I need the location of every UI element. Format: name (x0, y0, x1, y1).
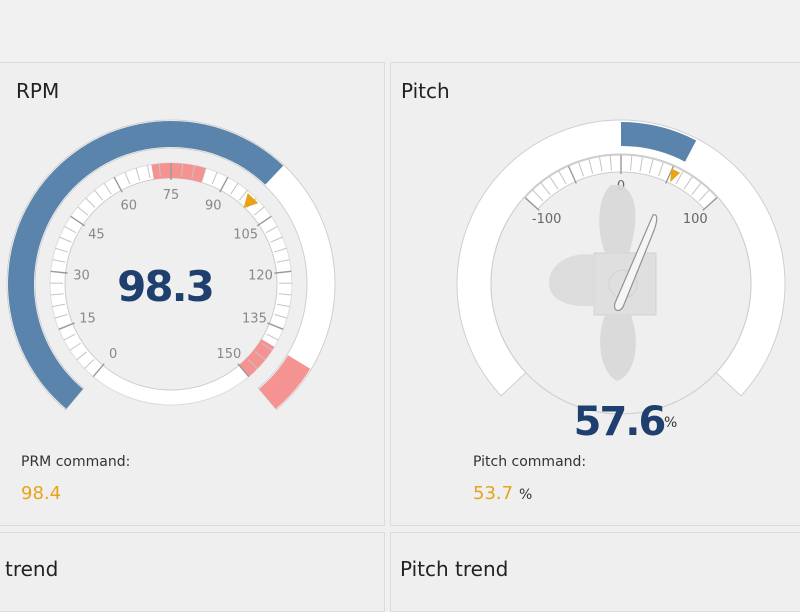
rpm-tick-label: 0 (109, 347, 117, 362)
rpm-command-value: 98.4 (21, 483, 61, 504)
rpm-value-readout: 98.3 (117, 262, 213, 311)
pitch-trend-panel: Pitch trend (390, 532, 800, 612)
rpm-tick-label: 150 (216, 347, 241, 362)
rpm-tick-label: 135 (242, 312, 267, 327)
rpm-tick-label: 60 (120, 199, 137, 214)
pitch-value-readout: 57.6 (574, 399, 665, 445)
rpm-tick-label: 75 (163, 188, 180, 203)
rpm-command-label: PRM command: (21, 454, 130, 470)
rpm-tick-label: 30 (73, 269, 90, 284)
pitch-gauge: -100010057.6% (391, 63, 800, 527)
pitch-command-label: Pitch command: (473, 454, 586, 470)
rpm-tick-label: 105 (233, 228, 258, 243)
rpm-tick-label: 15 (79, 312, 96, 327)
pitch-tick-label: -100 (532, 212, 562, 227)
rpm-trend-title: trend (5, 557, 58, 581)
rpm-tick-label: 90 (205, 199, 222, 214)
rpm-trend-panel: trend (0, 532, 385, 612)
pitch-panel: Pitch -100010057.6% Pitch command: 53.7 … (390, 62, 800, 526)
rpm-panel: RPM 015304560759010512013515098.3 PRM co… (0, 62, 385, 526)
rpm-tick-label: 45 (88, 228, 105, 243)
pitch-command-unit: % (519, 487, 532, 503)
pitch-command-value: 53.7 (473, 483, 513, 504)
pitch-trend-title: Pitch trend (400, 557, 508, 581)
pitch-value-unit: % (664, 415, 677, 431)
rpm-tick-label: 120 (248, 269, 273, 284)
pitch-tick-label: 100 (683, 212, 708, 227)
propeller-upper-blade (599, 185, 635, 253)
